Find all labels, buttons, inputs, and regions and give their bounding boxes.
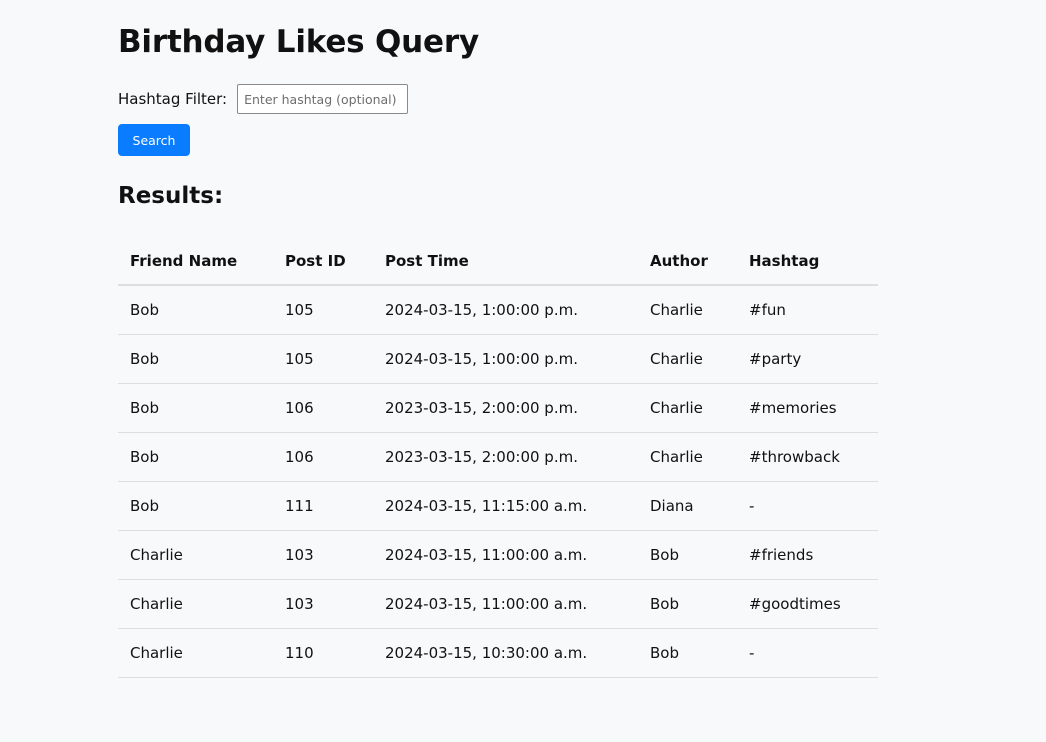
hashtag-cell: - xyxy=(737,481,878,531)
author-cell: Bob xyxy=(638,628,737,678)
hashtag-cell: - xyxy=(737,628,878,678)
table-row: Bob 105 2024-03-15, 1:00:00 p.m. Charlie #fu… xyxy=(118,285,878,335)
hashtag-filter-label: Hashtag Filter: xyxy=(118,90,228,108)
results-table: Friend Name Post ID Post Time Author Has… xyxy=(118,237,878,678)
hashtag-cell: #party xyxy=(737,334,878,384)
table-row: Charlie 103 2024-03-15, 11:00:00 a.m. Bob #f… xyxy=(118,530,878,580)
hashtag-cell: #goodtimes xyxy=(737,579,878,629)
author-cell: Bob xyxy=(638,579,737,629)
post-time-cell: 2024-03-15, 10:30:00 a.m. xyxy=(373,628,638,678)
friend-name-cell: Charlie xyxy=(118,579,273,629)
column-header-author: Author xyxy=(638,237,737,286)
table-row: Bob 106 2023-03-15, 2:00:00 p.m. Charlie #th… xyxy=(118,432,878,482)
post-time-cell: 2024-03-15, 11:15:00 a.m. xyxy=(373,481,638,531)
post-time-cell: 2024-03-15, 11:00:00 a.m. xyxy=(373,579,638,629)
table-row: Bob 106 2023-03-15, 2:00:00 p.m. Charlie #me… xyxy=(118,383,878,433)
page-title: Birthday Likes Query xyxy=(118,24,479,60)
friend-name-cell: Bob xyxy=(118,383,273,433)
hashtag-filter-input[interactable] xyxy=(237,84,409,114)
table-row: Bob 105 2024-03-15, 1:00:00 p.m. Charlie #pa… xyxy=(118,334,878,384)
post-id-cell: 105 xyxy=(273,285,373,335)
author-cell: Diana xyxy=(638,481,737,531)
post-time-cell: 2024-03-15, 1:00:00 p.m. xyxy=(373,334,638,384)
friend-name-cell: Charlie xyxy=(118,628,273,678)
column-header-post-time: Post Time xyxy=(373,237,638,286)
post-id-cell: 110 xyxy=(273,628,373,678)
post-time-cell: 2023-03-15, 2:00:00 p.m. xyxy=(373,432,638,482)
post-id-cell: 111 xyxy=(273,481,373,531)
author-cell: Charlie xyxy=(638,383,737,433)
post-id-cell: 106 xyxy=(273,383,373,433)
search-button[interactable]: Search xyxy=(118,124,190,156)
hashtag-filter-row: Hashtag Filter: xyxy=(118,84,878,114)
table-row: Charlie 103 2024-03-15, 11:00:00 a.m. Bob #g… xyxy=(118,579,878,629)
page-container: Birthday Likes Query Hashtag Filter: Sea… xyxy=(118,0,878,678)
friend-name-cell: Charlie xyxy=(118,530,273,580)
friend-name-cell: Bob xyxy=(118,285,273,335)
hashtag-cell: #friends xyxy=(737,530,878,580)
post-id-cell: 103 xyxy=(273,530,373,580)
post-time-cell: 2024-03-15, 11:00:00 a.m. xyxy=(373,530,638,580)
post-id-cell: 106 xyxy=(273,432,373,482)
header-row: Friend Name Post ID Post Time Author Has… xyxy=(118,237,878,286)
hashtag-cell: #throwback xyxy=(737,432,878,482)
column-header-hashtag: Hashtag xyxy=(737,237,878,286)
hashtag-cell: #fun xyxy=(737,285,878,335)
table-row: Bob 111 2024-03-15, 11:15:00 a.m. Diana - xyxy=(118,481,878,531)
results-heading: Results: xyxy=(118,183,224,209)
post-time-cell: 2023-03-15, 2:00:00 p.m. xyxy=(373,383,638,433)
results-table-header: Friend Name Post ID Post Time Author Has… xyxy=(118,237,878,286)
results-table-body: Bob 105 2024-03-15, 1:00:00 p.m. Charlie #fu… xyxy=(118,285,878,678)
hashtag-cell: #memories xyxy=(737,383,878,433)
friend-name-cell: Bob xyxy=(118,432,273,482)
column-header-post-id: Post ID xyxy=(273,237,373,286)
author-cell: Charlie xyxy=(638,334,737,384)
friend-name-cell: Bob xyxy=(118,334,273,384)
post-time-cell: 2024-03-15, 1:00:00 p.m. xyxy=(373,285,638,335)
post-id-cell: 103 xyxy=(273,579,373,629)
author-cell: Charlie xyxy=(638,432,737,482)
table-row: Charlie 110 2024-03-15, 10:30:00 a.m. Bob - xyxy=(118,628,878,678)
friend-name-cell: Bob xyxy=(118,481,273,531)
column-header-friend-name: Friend Name xyxy=(118,237,273,286)
author-cell: Charlie xyxy=(638,285,737,335)
post-id-cell: 105 xyxy=(273,334,373,384)
author-cell: Bob xyxy=(638,530,737,580)
